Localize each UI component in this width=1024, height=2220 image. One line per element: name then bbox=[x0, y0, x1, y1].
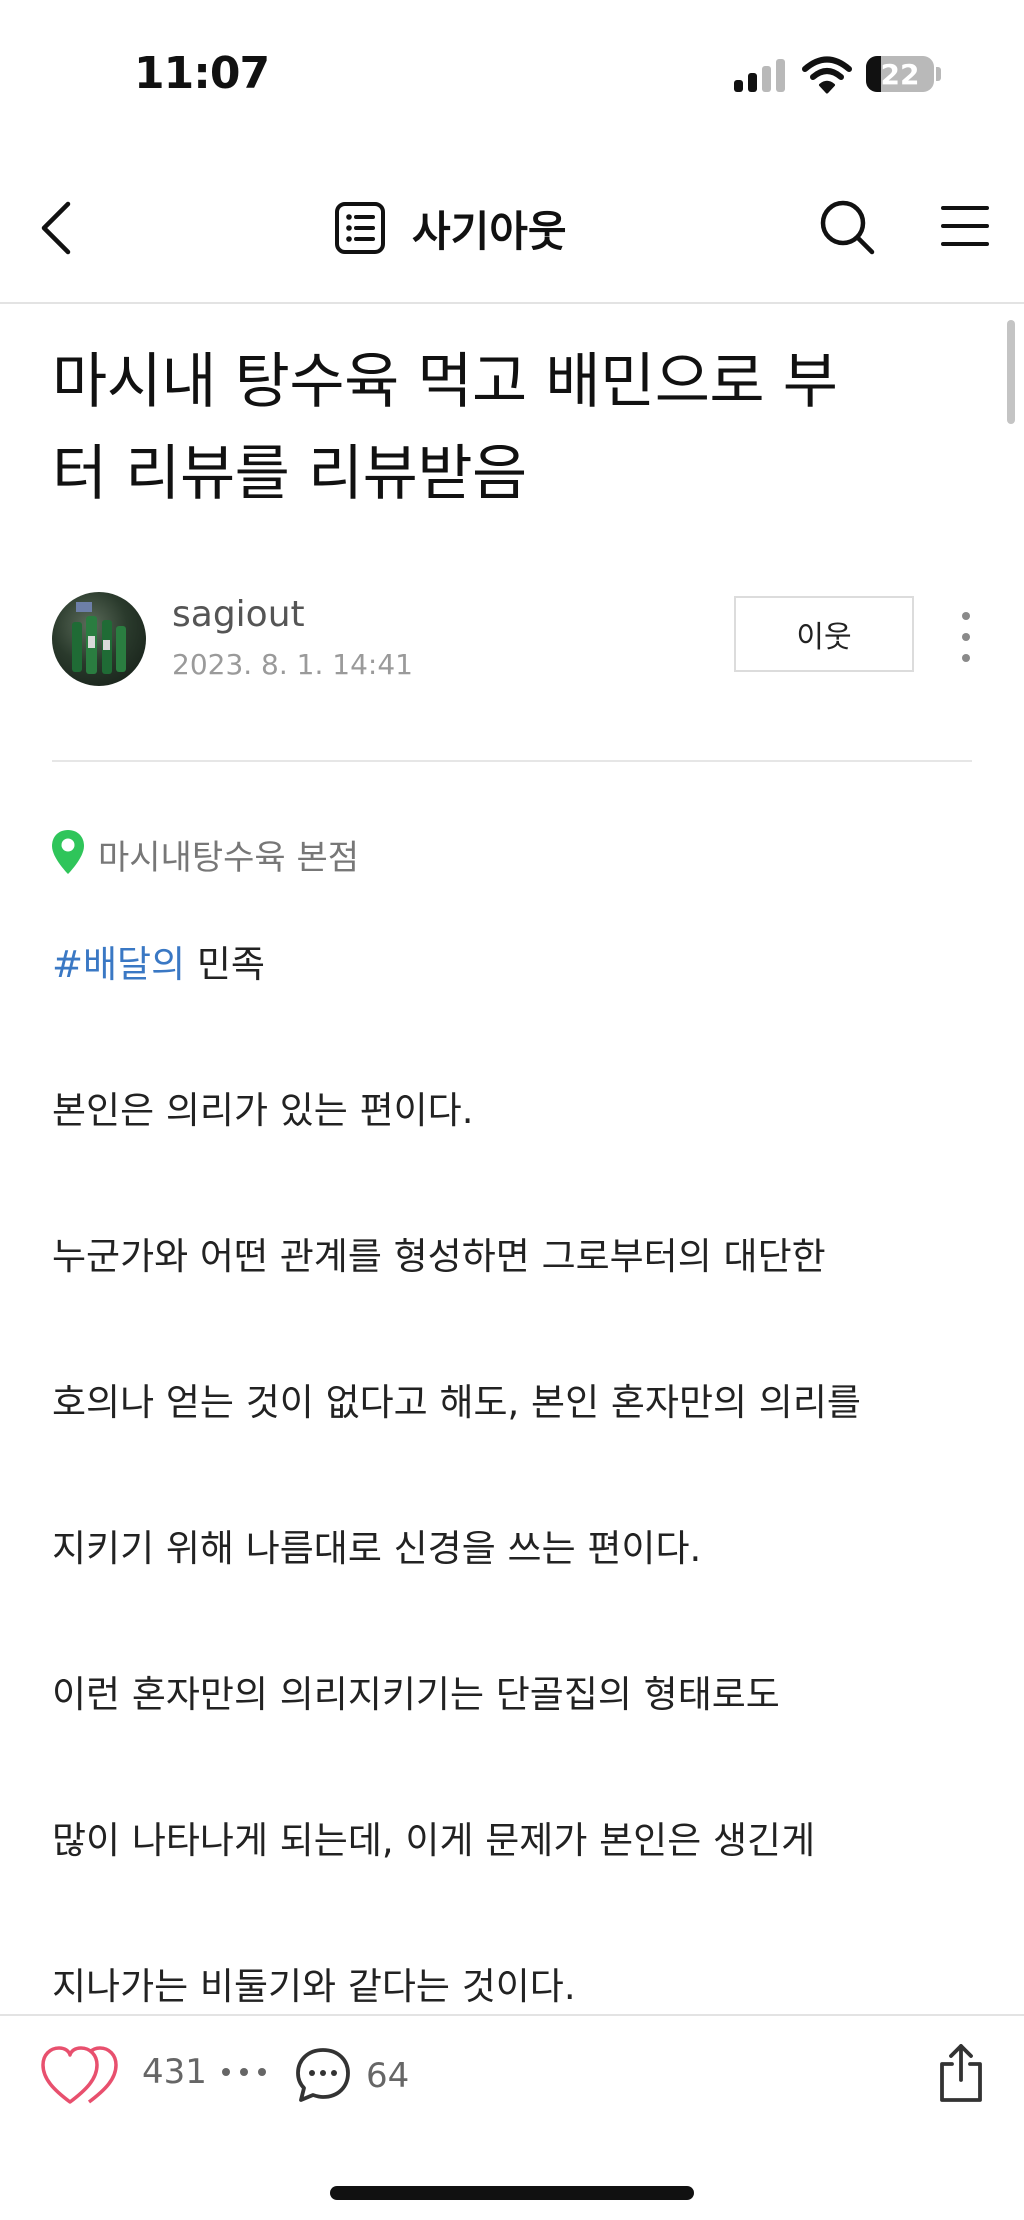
more-vert-icon[interactable] bbox=[956, 612, 976, 662]
hashtag-link[interactable]: #배달의 bbox=[52, 943, 185, 986]
status-time: 11:07 bbox=[134, 48, 270, 99]
nav-divider bbox=[0, 302, 1024, 304]
heart-icon[interactable] bbox=[40, 2044, 126, 2106]
home-indicator[interactable] bbox=[330, 2186, 694, 2200]
share-icon[interactable] bbox=[936, 2042, 986, 2104]
back-icon[interactable] bbox=[34, 198, 78, 258]
post-title-line: 터 리뷰를 리뷰받음 bbox=[52, 439, 527, 509]
signal-icon bbox=[734, 58, 786, 92]
post-title-line: 마시내 탕수육 먹고 배민으로 부 bbox=[52, 347, 838, 417]
location-pin-icon bbox=[52, 830, 84, 874]
neighbor-button[interactable]: 이웃 bbox=[734, 596, 914, 672]
dots-icon[interactable] bbox=[222, 2068, 268, 2080]
hashtag-line: #배달의 민족 bbox=[52, 934, 265, 988]
battery-indicator: 22 bbox=[866, 56, 934, 92]
comment-count: 64 bbox=[366, 2056, 410, 2096]
avatar[interactable] bbox=[52, 592, 146, 686]
post-title: 마시내 탕수육 먹고 배민으로 부 터 리뷰를 리뷰받음 bbox=[52, 336, 952, 520]
author-name[interactable]: sagiout bbox=[172, 594, 305, 635]
comment-icon[interactable] bbox=[294, 2046, 352, 2104]
body-line: 호의나 얻는 것이 없다고 해도, 본인 혼자만의 의리를 bbox=[52, 1381, 861, 1424]
battery-cap bbox=[936, 67, 941, 81]
search-icon[interactable] bbox=[818, 198, 876, 256]
wifi-icon bbox=[802, 56, 852, 94]
body-line: 많이 나타나게 되는데, 이게 문제가 본인은 생긴게 bbox=[52, 1819, 816, 1862]
author-divider bbox=[52, 760, 972, 762]
blog-title[interactable]: 사기아웃 bbox=[412, 198, 567, 259]
post-date: 2023. 8. 1. 14:41 bbox=[172, 648, 413, 681]
body-line: 지나가는 비둘기와 같다는 것이다. bbox=[52, 1965, 576, 2008]
bottom-divider bbox=[0, 2014, 1024, 2016]
location-link[interactable]: 마시내탕수육 본점 bbox=[98, 830, 359, 879]
hashtag-rest: 민족 bbox=[185, 943, 265, 986]
body-line: 본인은 의리가 있는 편이다. bbox=[52, 1089, 474, 1132]
menu-icon[interactable] bbox=[940, 202, 990, 250]
avatar-image bbox=[72, 602, 126, 674]
body-line: 이런 혼자만의 의리지키기는 단골집의 형태로도 bbox=[52, 1673, 780, 1716]
body-line: 지키기 위해 나름대로 신경을 쓰는 편이다. bbox=[52, 1527, 702, 1570]
like-count: 431 bbox=[142, 2052, 207, 2092]
list-icon[interactable] bbox=[334, 201, 386, 255]
scrollbar[interactable] bbox=[1007, 320, 1015, 424]
body-line: 누군가와 어떤 관계를 형성하면 그로부터의 대단한 bbox=[52, 1235, 826, 1278]
battery-level: 22 bbox=[880, 58, 920, 91]
